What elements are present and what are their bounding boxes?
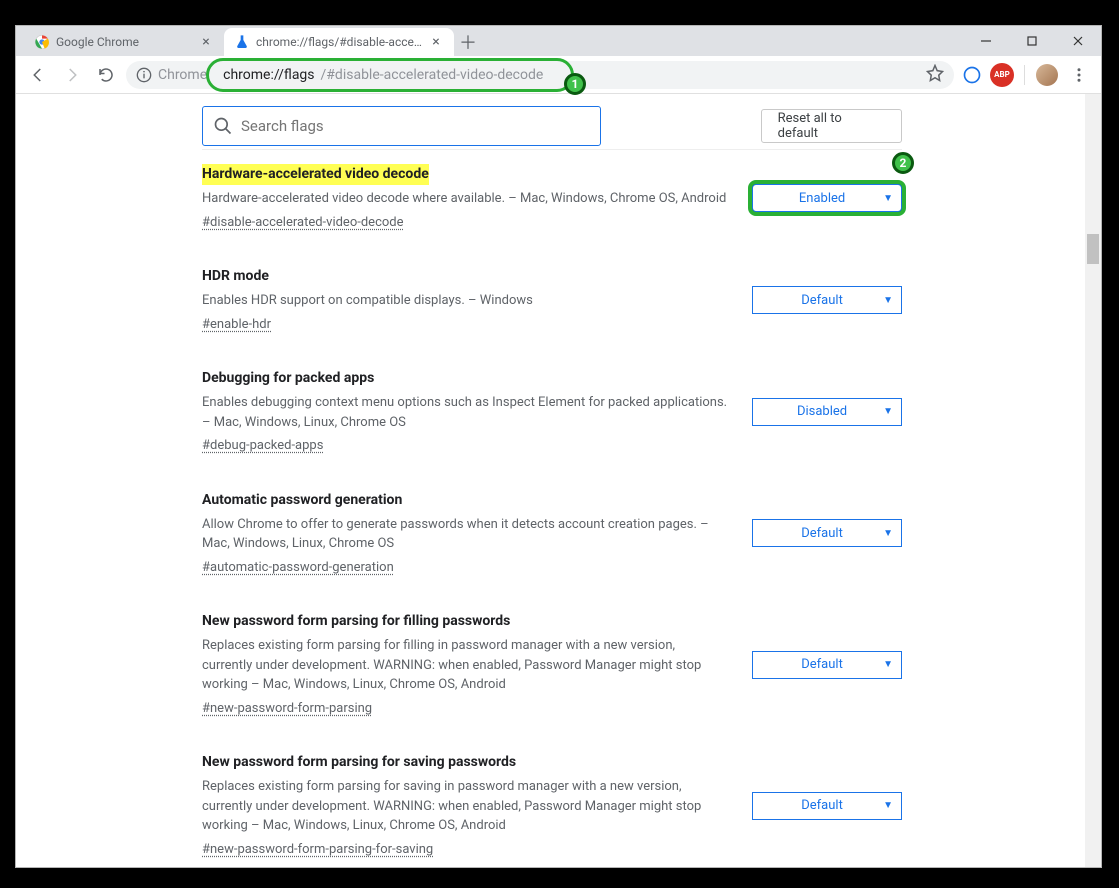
window-close-button[interactable] xyxy=(1055,26,1101,56)
flag-select[interactable]: Default ▼ xyxy=(752,286,902,314)
flag-hash-link[interactable]: #disable-accelerated-video-decode xyxy=(202,215,404,230)
toolbar: Chrome chrome://flags /#disable-accelerat… xyxy=(16,56,1101,94)
scrollbar[interactable] xyxy=(1085,94,1101,867)
tab-title: Google Chrome xyxy=(56,35,192,49)
flag-select-value: Enabled xyxy=(761,191,883,206)
flag-hash-link[interactable]: #new-password-form-parsing xyxy=(202,701,372,716)
chrome-favicon-icon xyxy=(34,34,50,50)
flag-title: Hardware-accelerated video decode xyxy=(202,164,429,185)
flags-favicon-icon xyxy=(234,34,250,50)
close-icon[interactable]: × xyxy=(428,34,444,50)
flag-row: New password form parsing for filling pa… xyxy=(202,611,902,718)
chevron-down-icon: ▼ xyxy=(883,528,893,539)
forward-button[interactable] xyxy=(58,61,86,89)
star-icon[interactable] xyxy=(926,64,944,86)
search-placeholder: Search flags xyxy=(241,117,324,135)
flag-title: Debugging for packed apps xyxy=(202,368,374,389)
close-icon[interactable]: × xyxy=(198,34,214,50)
flag-select-value: Default xyxy=(761,526,883,541)
tab-inactive[interactable]: Google Chrome × xyxy=(24,28,224,56)
flag-select-value: Default xyxy=(761,657,883,672)
flag-select[interactable]: Default ▼ xyxy=(752,519,902,547)
window-controls xyxy=(963,26,1101,56)
flag-row: Hardware-accelerated video decode Hardwa… xyxy=(202,164,902,232)
new-tab-button[interactable]: ＋ xyxy=(454,28,482,56)
back-button[interactable] xyxy=(24,61,52,89)
chevron-down-icon: ▼ xyxy=(883,406,893,417)
flag-hash-link[interactable]: #automatic-password-generation xyxy=(202,560,394,575)
browser-window: Google Chrome × chrome://flags/#disable-… xyxy=(15,25,1102,868)
chevron-down-icon: ▼ xyxy=(883,295,893,306)
flag-title: New password form parsing for filling pa… xyxy=(202,611,510,632)
flag-hash-link[interactable]: #enable-hdr xyxy=(202,317,271,332)
flag-description: Hardware-accelerated video decode where … xyxy=(202,189,728,209)
menu-button[interactable] xyxy=(1065,61,1093,89)
annotation-badge-2: 2 xyxy=(892,152,914,174)
flag-description: Replaces existing form parsing for filli… xyxy=(202,636,728,695)
flag-hash-link[interactable]: #debug-packed-apps xyxy=(202,438,323,453)
chevron-down-icon: ▼ xyxy=(883,800,893,811)
title-bar: Google Chrome × chrome://flags/#disable-… xyxy=(16,26,1101,56)
flag-select-value: Disabled xyxy=(761,404,883,419)
url-rest: /#disable-accelerated-video-decode xyxy=(321,67,544,83)
address-bar[interactable]: Chrome chrome://flags /#disable-accelerat… xyxy=(126,61,954,89)
flag-description: Allow Chrome to offer to generate passwo… xyxy=(202,515,728,554)
flag-select-value: Default xyxy=(761,798,883,813)
reset-all-button[interactable]: Reset all to default xyxy=(761,109,902,143)
annotation-badge-1: 1 xyxy=(564,73,586,95)
flag-hash-link[interactable]: #new-password-form-parsing-for-saving xyxy=(202,842,433,857)
tab-title: chrome://flags/#disable-accelera xyxy=(256,35,422,49)
reset-label: Reset all to default xyxy=(778,111,885,141)
search-flags-input[interactable]: Search flags xyxy=(202,106,601,146)
content-area: Search flags Reset all to default Hardwa… xyxy=(16,94,1101,867)
flag-row: HDR mode Enables HDR support on compatib… xyxy=(202,266,902,334)
abp-extension-icon[interactable]: ABP xyxy=(990,63,1014,87)
chevron-down-icon: ▼ xyxy=(883,193,893,204)
flag-select-value: Default xyxy=(761,293,883,308)
flag-select[interactable]: Disabled ▼ xyxy=(752,398,902,426)
tab-active[interactable]: chrome://flags/#disable-accelera × xyxy=(224,28,454,56)
chevron-down-icon: ▼ xyxy=(883,659,893,670)
flag-description: Replaces existing form parsing for savin… xyxy=(202,777,728,836)
flag-title: HDR mode xyxy=(202,266,269,287)
url-bold: chrome://flags xyxy=(223,67,314,83)
separator xyxy=(1024,65,1025,85)
flag-title: New password form parsing for saving pas… xyxy=(202,752,516,773)
flag-title: Automatic password generation xyxy=(202,490,402,511)
flag-row: Automatic password generation Allow Chro… xyxy=(202,490,902,578)
url-prefix: Chrome xyxy=(158,67,207,83)
reload-button[interactable] xyxy=(92,61,120,89)
tab-strip: Google Chrome × chrome://flags/#disable-… xyxy=(16,26,482,56)
profile-avatar[interactable] xyxy=(1035,63,1059,87)
search-header: Search flags Reset all to default xyxy=(202,102,902,150)
site-info-icon[interactable] xyxy=(136,67,152,83)
flag-description: Enables HDR support on compatible displa… xyxy=(202,291,728,311)
search-icon xyxy=(213,116,233,136)
maximize-button[interactable] xyxy=(1009,26,1055,56)
flag-select[interactable]: Default ▼ xyxy=(752,792,902,820)
flag-description: Enables debugging context menu options s… xyxy=(202,393,728,432)
flags-list: Hardware-accelerated video decode Hardwa… xyxy=(202,164,902,867)
flag-select[interactable]: Enabled ▼ xyxy=(752,184,902,212)
flag-select[interactable]: Default ▼ xyxy=(752,651,902,679)
flag-row: Debugging for packed apps Enables debugg… xyxy=(202,368,902,456)
extension-circle-icon[interactable] xyxy=(960,63,984,87)
minimize-button[interactable] xyxy=(963,26,1009,56)
scrollbar-thumb[interactable] xyxy=(1087,234,1099,264)
flag-row: New password form parsing for saving pas… xyxy=(202,752,902,859)
